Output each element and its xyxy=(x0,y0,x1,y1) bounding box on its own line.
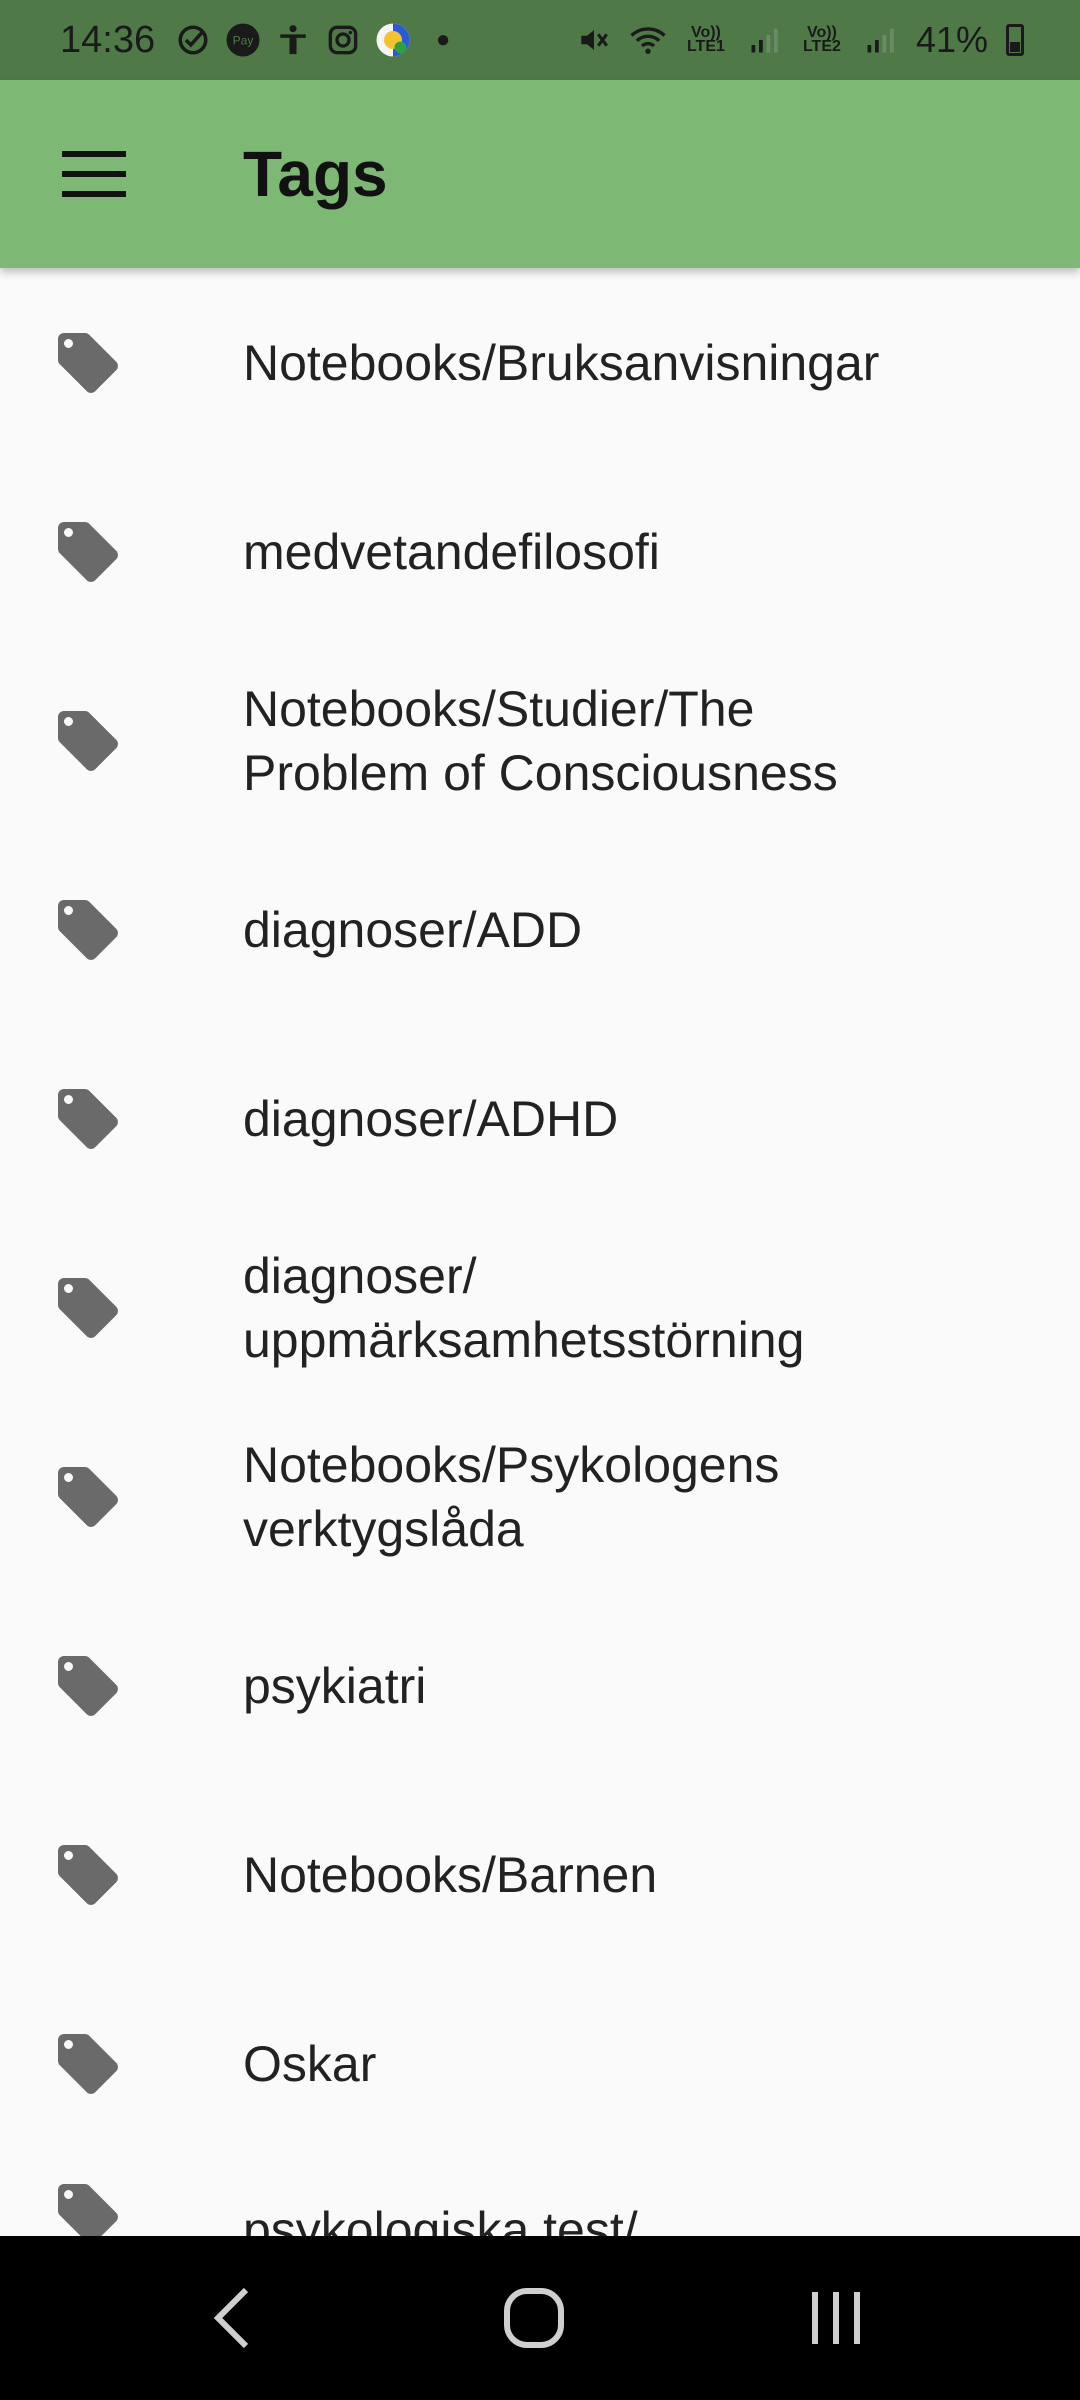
battery-icon xyxy=(1006,24,1024,56)
page-title: Tags xyxy=(243,138,388,210)
tag-list: Notebooks/Bruksanvisningar medvetandefil… xyxy=(0,268,1080,2236)
tag-list-item[interactable]: psykiatri xyxy=(0,1591,1080,1780)
tag-list-item[interactable]: diagnoser/ADD xyxy=(0,835,1080,1024)
volte2-label: Vo)) LTE2 xyxy=(802,24,841,55)
tag-list-item[interactable]: Notebooks/Psykologens verktygslåda xyxy=(0,1402,1080,1591)
tag-icon xyxy=(52,2178,124,2236)
dot-icon: ● xyxy=(435,26,451,53)
back-icon[interactable] xyxy=(172,2268,292,2368)
tag-label: psykologiska test/ xyxy=(243,2202,638,2236)
pay-icon: Pay xyxy=(225,22,261,58)
instagram-icon xyxy=(325,22,361,58)
tag-label: medvetandefilosofi xyxy=(243,523,660,580)
tag-icon xyxy=(52,516,124,588)
tag-label: Notebooks/Bruksanvisningar xyxy=(243,334,880,391)
app-badge-icon xyxy=(375,22,411,58)
wifi-icon xyxy=(630,22,666,58)
status-bar-left: 14:36 Pay ● xyxy=(60,19,461,62)
svg-text:Pay: Pay xyxy=(233,34,254,48)
tag-label: Notebooks/Studier/The Problem of Conscio… xyxy=(243,680,838,801)
system-nav-bar xyxy=(0,2236,1080,2400)
tag-icon xyxy=(52,705,124,777)
recents-icon[interactable] xyxy=(776,2268,896,2368)
tag-icon xyxy=(52,1650,124,1722)
accessibility-icon xyxy=(275,22,311,58)
tag-icon xyxy=(52,1083,124,1155)
status-bar: 14:36 Pay ● Vo)) LTE1 Vo)) LTE2 41% xyxy=(0,0,1080,80)
status-time: 14:36 xyxy=(60,18,156,61)
tag-list-item[interactable]: diagnoser/ADHD xyxy=(0,1024,1080,1213)
tag-list-item[interactable]: psykologiska test/ xyxy=(0,2158,1080,2236)
tag-label: diagnoser/ADD xyxy=(243,901,583,958)
app-bar: Tags xyxy=(0,80,1080,268)
home-icon[interactable] xyxy=(474,2268,594,2368)
tag-icon xyxy=(52,1461,124,1533)
tag-icon xyxy=(52,1272,124,1344)
signal-icon xyxy=(746,22,782,58)
tag-list-item[interactable]: Oskar xyxy=(0,1969,1080,2158)
tag-list-item[interactable]: medvetandefilosofi xyxy=(0,457,1080,646)
mute-icon xyxy=(576,22,612,58)
tag-icon xyxy=(52,1839,124,1911)
tag-icon xyxy=(52,327,124,399)
tag-label: psykiatri xyxy=(243,1657,427,1714)
check-circle-icon xyxy=(175,22,211,58)
tag-icon xyxy=(52,894,124,966)
tag-label: diagnoser/ uppmärksamhetsstörning xyxy=(243,1247,805,1368)
hamburger-menu-icon[interactable] xyxy=(54,134,134,214)
tag-label: Notebooks/Barnen xyxy=(243,1846,658,1903)
tag-list-item[interactable]: Notebooks/Barnen xyxy=(0,1780,1080,1969)
status-bar-right: Vo)) LTE1 Vo)) LTE2 41% xyxy=(576,19,1024,61)
tag-label: Oskar xyxy=(243,2035,377,2092)
volte1-label: Vo)) LTE1 xyxy=(686,24,725,55)
tag-list-item[interactable]: diagnoser/ uppmärksamhetsstörning xyxy=(0,1213,1080,1402)
tag-list-item[interactable]: Notebooks/Bruksanvisningar xyxy=(0,268,1080,457)
battery-percent: 41% xyxy=(915,19,988,60)
tag-list-item[interactable]: Notebooks/Studier/The Problem of Conscio… xyxy=(0,646,1080,835)
signal-icon xyxy=(862,22,898,58)
tag-label: diagnoser/ADHD xyxy=(243,1090,619,1147)
tag-label: Notebooks/Psykologens verktygslåda xyxy=(243,1436,780,1557)
tag-icon xyxy=(52,2028,124,2100)
